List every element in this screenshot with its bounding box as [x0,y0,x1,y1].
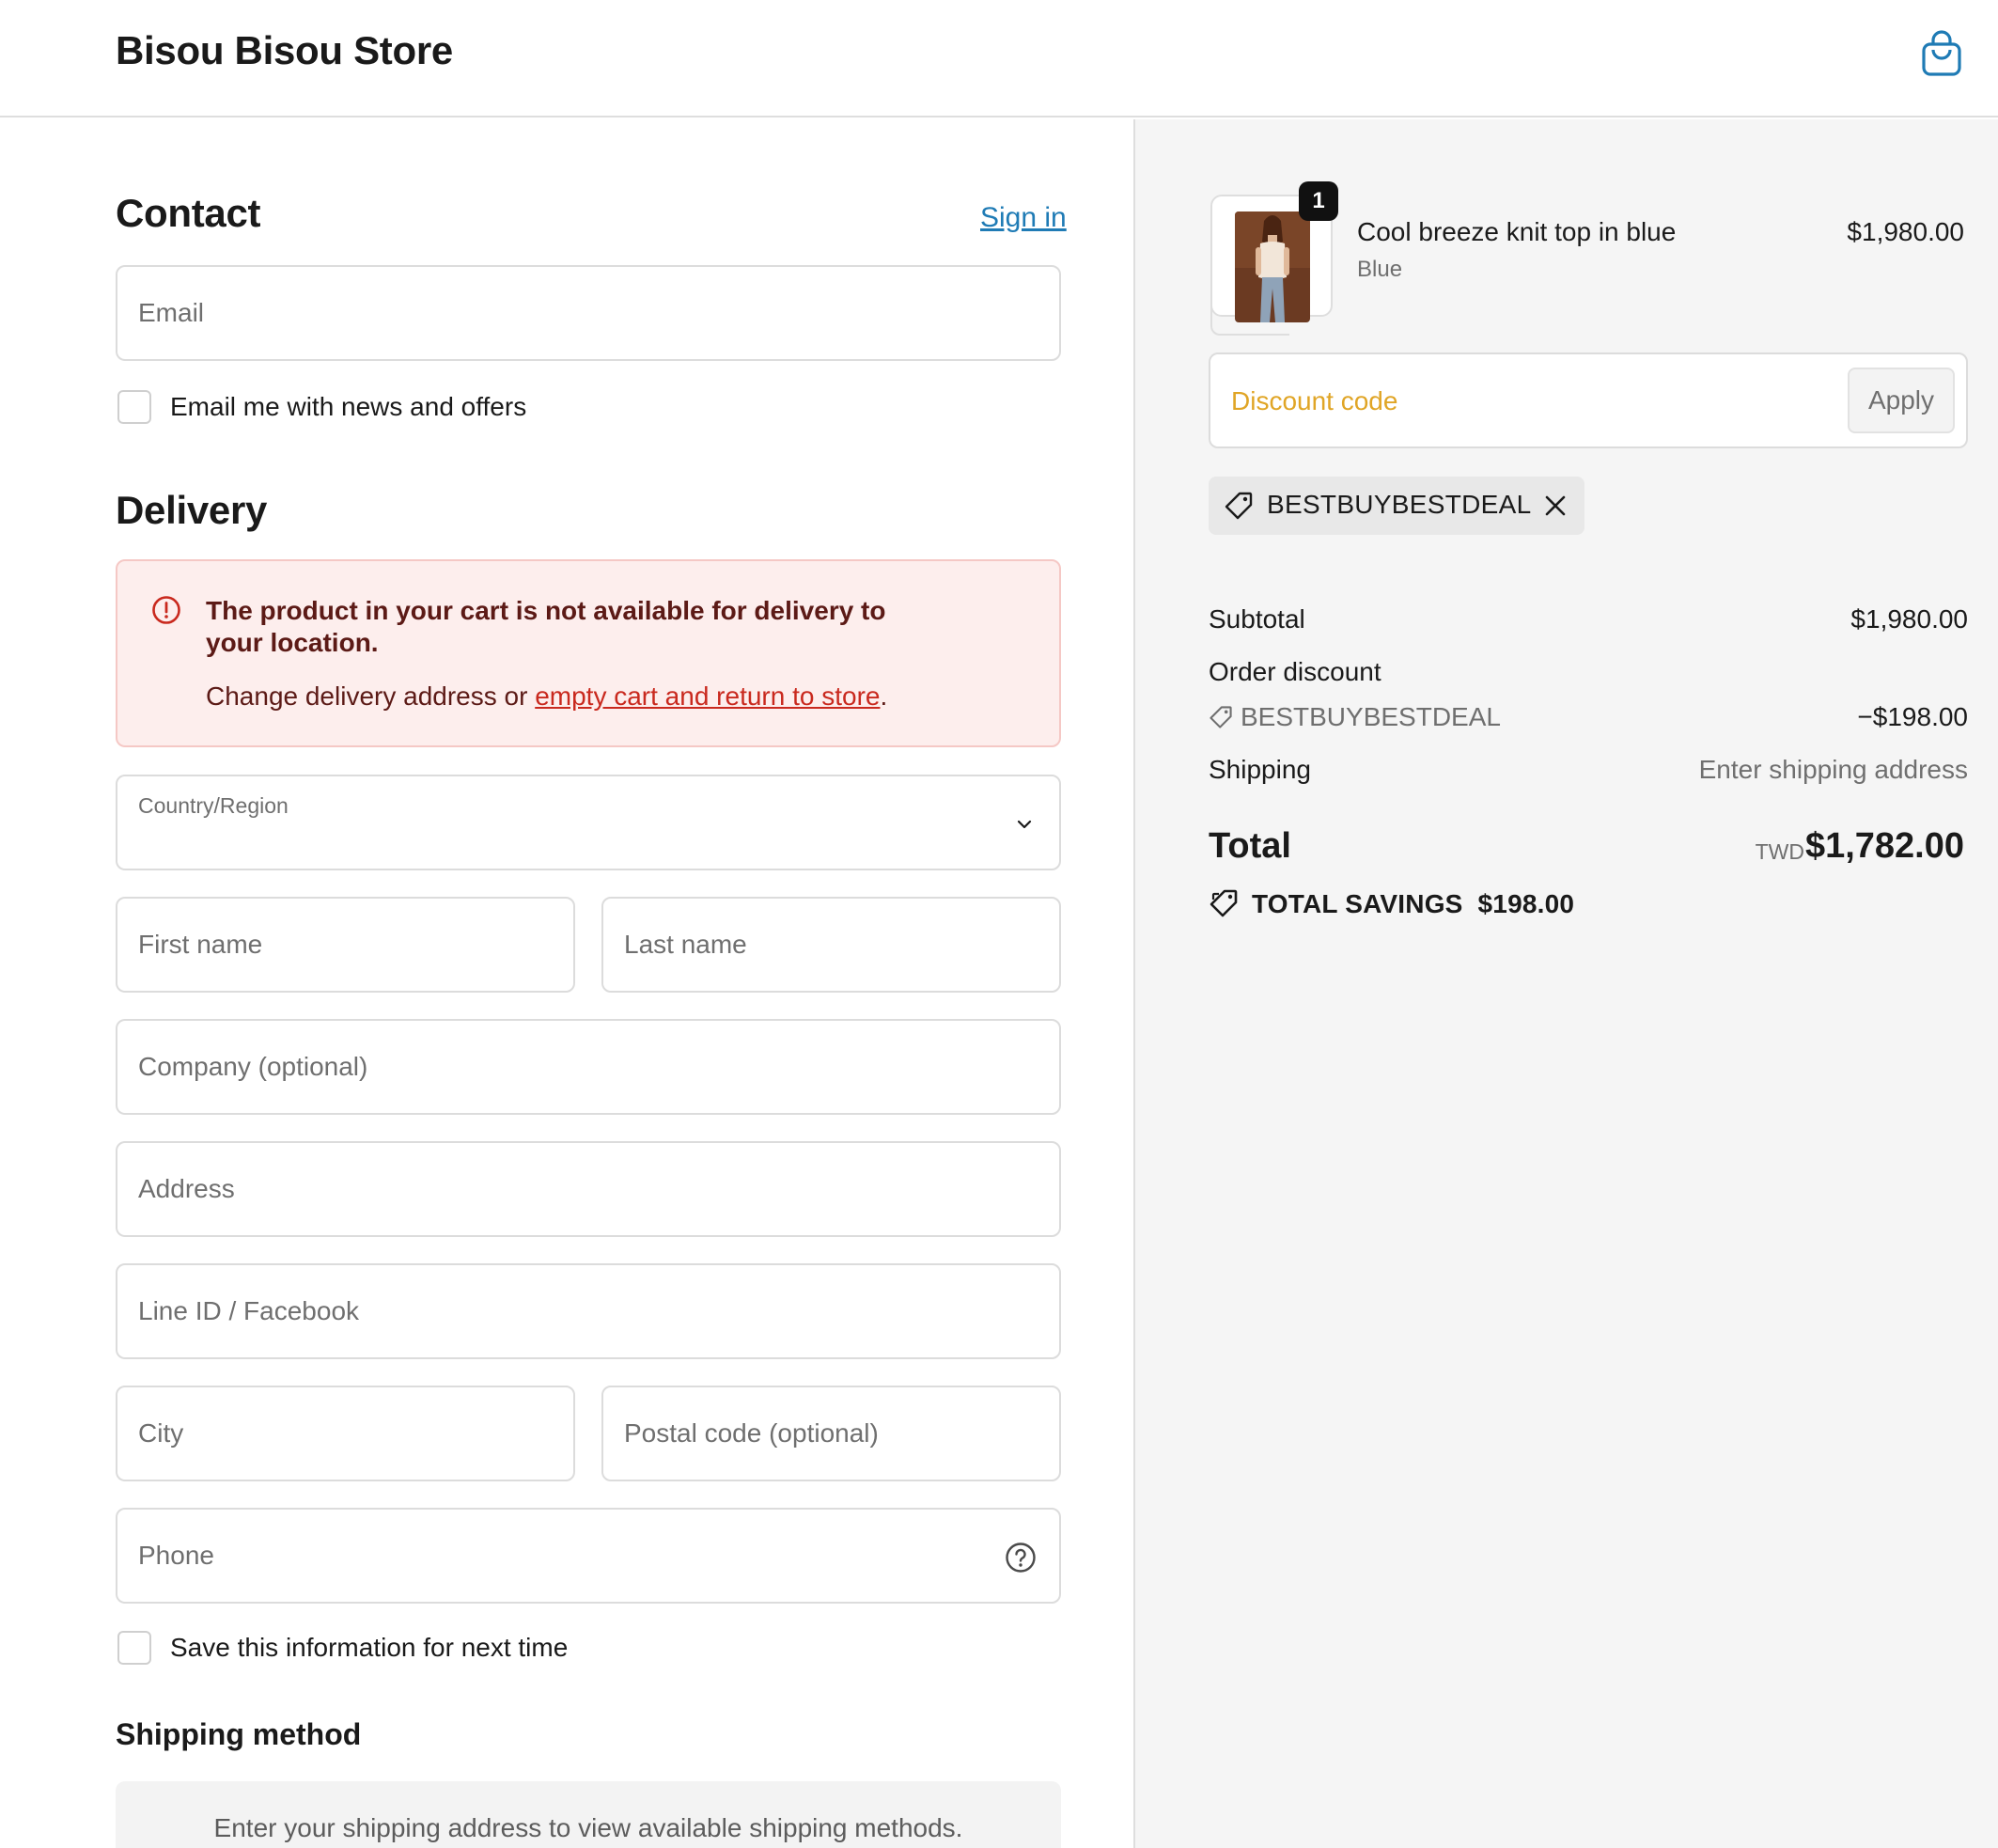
country-label: Country/Region [138,793,289,818]
delivery-error-alert: The product in your cart is not availabl… [116,559,1061,747]
phone-placeholder: Phone [138,1541,214,1570]
tag-icon [1225,492,1253,520]
quantity-badge: 1 [1299,181,1338,221]
close-icon[interactable] [1543,493,1568,518]
subtotal-label: Subtotal [1209,604,1305,634]
tag-icon [1210,706,1232,728]
save-info-checkbox[interactable] [117,1631,151,1665]
total-label: Total [1209,826,1291,866]
help-icon[interactable] [1005,1542,1037,1574]
store-name[interactable]: Bisou Bisou Store [116,28,453,73]
country-select[interactable]: Country/Region [116,775,1061,870]
total-value: $1,782.00 [1804,826,1964,866]
postal-code-placeholder: Postal code (optional) [624,1418,879,1448]
alert-suffix: . [880,681,888,711]
first-name-field[interactable]: First name [116,897,575,993]
last-name-placeholder: Last name [624,930,747,959]
line-id-field[interactable]: Line ID / Facebook [116,1263,1061,1359]
alert-prefix: Change delivery address or [206,681,536,711]
shipping-methods-text: Enter your shipping address to view avai… [213,1813,963,1842]
email-placeholder: Email [138,298,205,327]
subtotal-value: $1,980.00 [1850,604,1968,634]
shopping-bag-icon[interactable] [1921,30,1962,77]
contact-title: Contact [116,191,261,235]
line-id-placeholder: Line ID / Facebook [138,1296,360,1325]
applied-discount-chip: BESTBUYBESTDEAL [1209,477,1584,535]
address-placeholder: Address [138,1174,235,1203]
discount-value: −$198.00 [1857,702,1968,731]
savings-tag-icon [1210,889,1238,917]
shipping-row: Shipping Enter shipping address [1209,755,1968,785]
save-info-label: Save this information for next time [170,1633,569,1662]
subtotal-row: Subtotal $1,980.00 [1209,604,1968,634]
shipping-value: Enter shipping address [1698,755,1968,784]
savings-label: TOTAL SAVINGS [1252,889,1463,918]
phone-field[interactable]: Phone [116,1508,1061,1604]
order-discount-label: Order discount [1209,657,1381,686]
shipping-methods-placeholder: Enter your shipping address to view avai… [116,1781,1061,1848]
newsletter-checkbox[interactable] [117,390,151,424]
error-icon [152,596,180,624]
company-placeholder: Company (optional) [138,1052,368,1081]
city-placeholder: City [138,1418,184,1448]
last-name-field[interactable]: Last name [601,897,1061,993]
discount-code-field[interactable]: Discount code Apply [1209,352,1968,448]
order-discount-row: Order discount [1209,657,1968,687]
applied-discount-code: BESTBUYBESTDEAL [1267,490,1532,519]
empty-cart-link[interactable]: empty cart and return to store [535,681,880,711]
total-currency: TWD [1755,839,1804,864]
alert-title: The product in your cart is not availabl… [206,596,886,657]
apply-button[interactable]: Apply [1848,368,1955,433]
first-name-placeholder: First name [138,930,263,959]
discount-code-text: BESTBUYBESTDEAL [1241,702,1501,731]
city-field[interactable]: City [116,1386,575,1481]
item-name: Cool breeze knit top in blue [1357,217,1677,246]
item-price: $1,980.00 [1847,217,1964,246]
email-field[interactable]: Email [116,265,1061,361]
checkout-form: Contact Sign in Email Email me with news… [0,119,1133,1848]
order-summary: 1 Cool breeze knit top in blue Blue $1,9… [1133,119,1998,1848]
header: Bisou Bisou Store [0,0,1998,117]
postal-code-field[interactable]: Postal code (optional) [601,1386,1061,1481]
product-image [1235,211,1310,322]
newsletter-label: Email me with news and offers [170,392,527,421]
shipping-label: Shipping [1209,755,1311,784]
discount-code-row: BESTBUYBESTDEAL −$198.00 [1209,702,1968,732]
alert-body: Change delivery address or empty cart an… [206,681,887,712]
company-field[interactable]: Company (optional) [116,1019,1061,1115]
savings-value: $198.00 [1477,889,1575,918]
total-savings: TOTAL SAVINGS $198.00 [1209,888,1574,919]
sign-in-link[interactable]: Sign in [980,202,1067,234]
discount-code-placeholder: Discount code [1231,386,1398,415]
item-variant: Blue [1357,257,1403,282]
address-field[interactable]: Address [116,1141,1061,1237]
shipping-method-title: Shipping method [116,1717,362,1751]
delivery-title: Delivery [116,488,268,532]
chevron-down-icon [1017,820,1032,829]
